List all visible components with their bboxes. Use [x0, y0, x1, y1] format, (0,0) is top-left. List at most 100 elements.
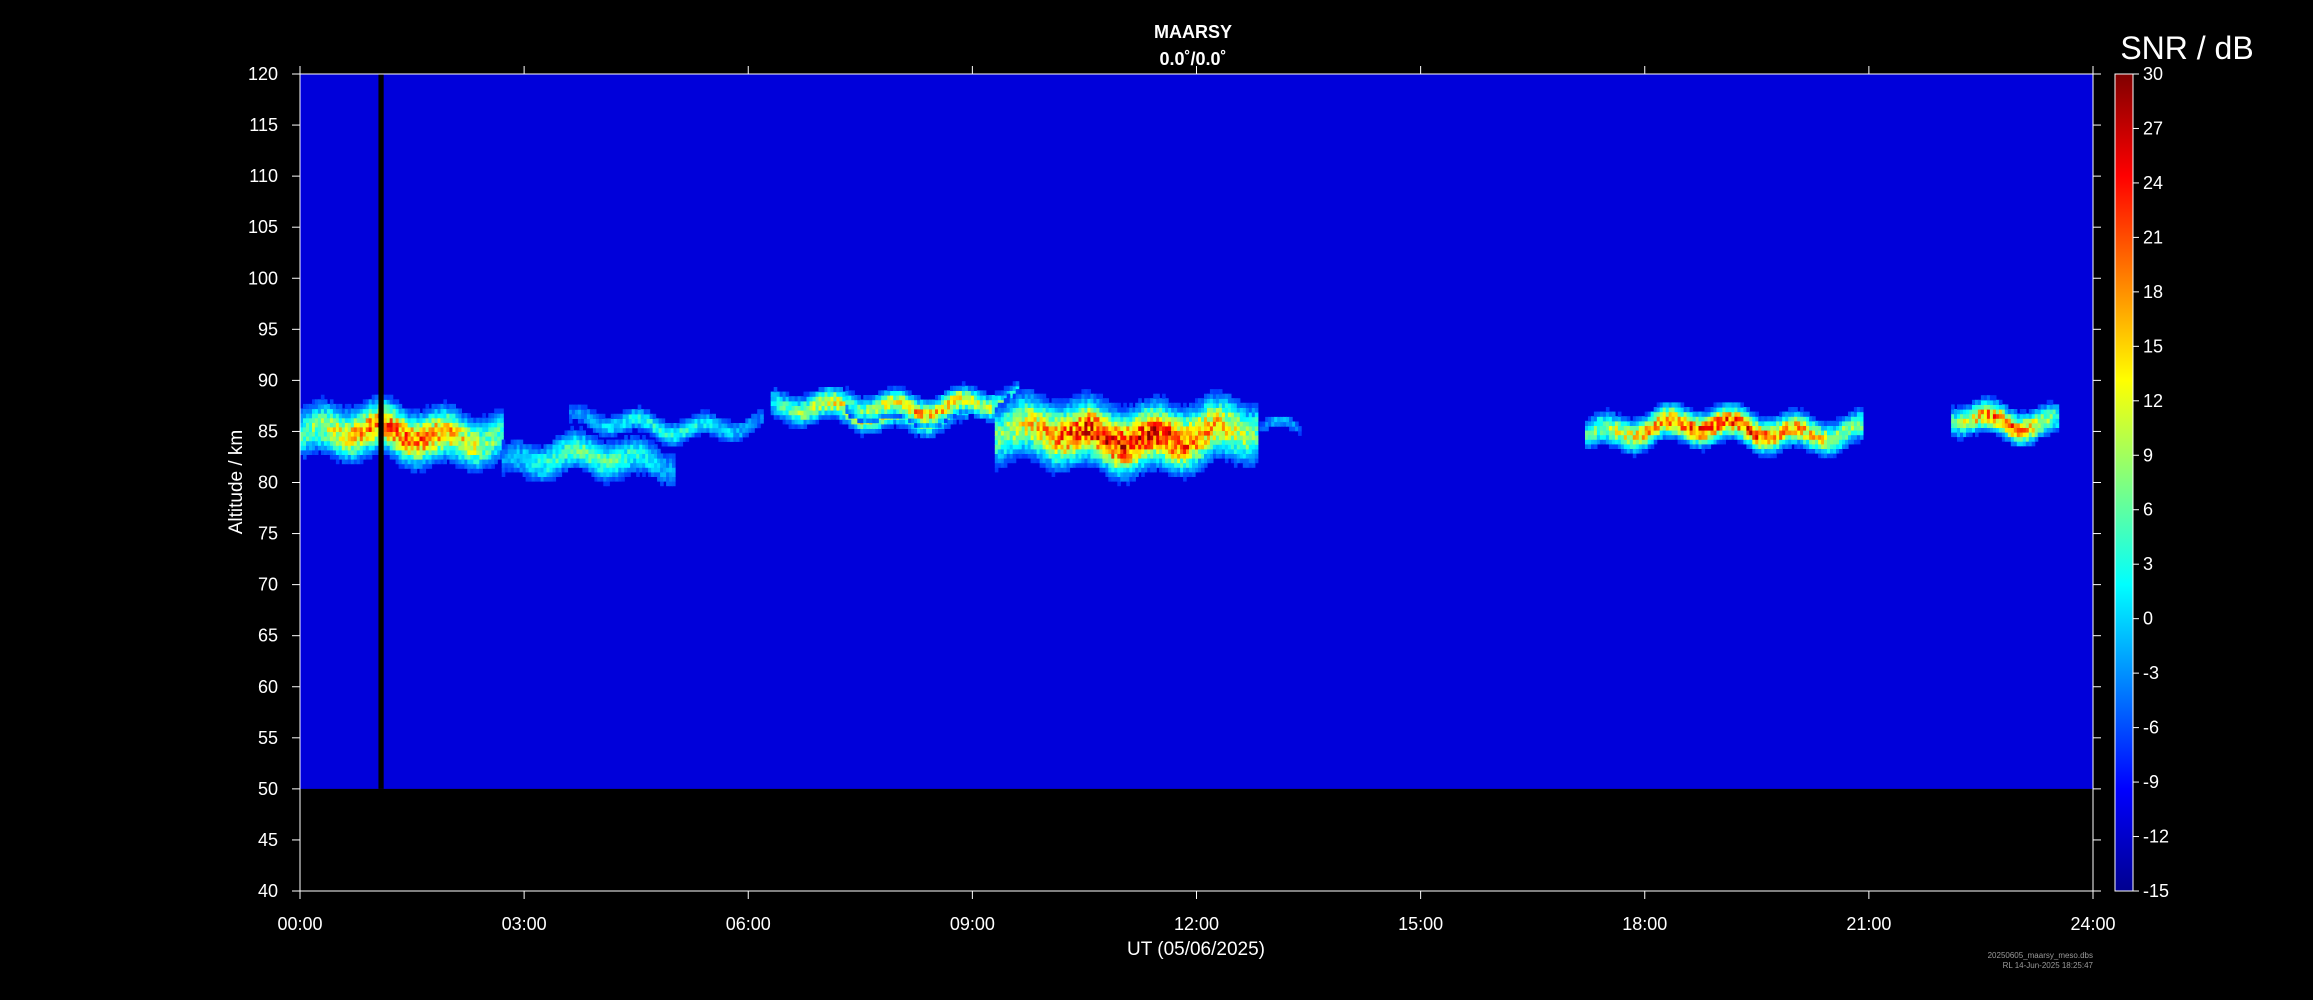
heatmap-cell	[1254, 416, 1259, 422]
y-tick-label: 65	[258, 626, 278, 646]
heatmap-cell	[579, 425, 583, 431]
heatmap-cell	[482, 413, 486, 419]
heatmap-cell	[1132, 476, 1136, 482]
heatmap-cell	[1859, 430, 1864, 436]
heatmap-cell	[494, 459, 498, 465]
y-tick-label: 75	[258, 524, 278, 544]
heatmap-cell	[583, 404, 588, 410]
heatmap-cell	[973, 385, 978, 391]
heatmap-cell	[613, 432, 618, 438]
heatmap-cell	[1254, 448, 1259, 454]
heatmap-cell	[389, 394, 394, 400]
heatmap-cell	[1969, 431, 1973, 438]
heatmap-cell	[878, 428, 882, 434]
heatmap-cell	[1298, 430, 1302, 436]
heatmap-cell	[627, 471, 631, 477]
heatmap-cell	[1117, 402, 1121, 408]
heatmap-cell	[1806, 411, 1810, 417]
heatmap-cell	[1960, 436, 1964, 442]
x-axis-title: UT (05/06/2025)	[1127, 939, 1265, 960]
heatmap-cell	[1859, 407, 1864, 413]
heatmap-cell	[1153, 467, 1157, 473]
heatmap-cell	[1740, 402, 1744, 408]
heatmap-cell	[1722, 439, 1726, 445]
heatmap-cell	[1626, 416, 1631, 422]
heatmap-cell	[1254, 435, 1259, 441]
heatmap-cell	[1755, 411, 1759, 417]
heatmap-cell	[537, 444, 542, 450]
heatmap-cell	[851, 390, 855, 396]
heatmap-cell	[601, 413, 606, 419]
x-tick-label: 00:00	[277, 914, 322, 934]
heatmap-cell	[672, 462, 676, 468]
heatmap-cell	[994, 467, 999, 473]
heatmap-cell	[751, 427, 755, 433]
heatmap-cell	[329, 399, 334, 405]
heatmap-cell	[582, 430, 586, 436]
heatmap-cell	[1003, 462, 1008, 468]
heatmap-cell	[2055, 413, 2060, 419]
heatmap-cell	[347, 403, 352, 410]
heatmap-cell	[501, 439, 506, 445]
heatmap-cell	[947, 423, 951, 429]
heatmap-cell	[1265, 426, 1269, 432]
heatmap-cell	[1833, 453, 1837, 459]
heatmap-cell	[1845, 443, 1849, 449]
heatmap-cell	[479, 468, 483, 474]
heatmap-cell	[501, 471, 506, 477]
colorbar-ticks: -15-12-9-6-3036912151821242730	[2133, 64, 2169, 901]
colorbar-tick-label: 15	[2143, 336, 2163, 356]
heatmap-cell	[594, 435, 598, 441]
heatmap-cell	[1204, 462, 1208, 468]
heatmap-cell	[672, 458, 676, 464]
heatmap-cell	[443, 399, 447, 405]
heatmap-cell	[672, 476, 676, 482]
heatmap-cell	[425, 403, 430, 410]
heatmap-cell	[636, 471, 640, 477]
x-tick-label: 09:00	[950, 914, 995, 934]
heatmap-cell	[651, 439, 655, 445]
heatmap-cell	[2055, 418, 2060, 424]
heatmap-cell	[646, 409, 651, 415]
heatmap-cell	[564, 467, 569, 473]
heatmap-cell	[606, 481, 610, 487]
heatmap-cell	[1006, 393, 1011, 399]
heatmap-cell	[1701, 448, 1706, 454]
y-tick-label: 85	[258, 421, 278, 441]
heatmap-cell	[697, 432, 701, 438]
heatmap-cell	[2049, 399, 2054, 405]
heatmap-cell	[672, 453, 676, 459]
heatmap-cell	[1162, 393, 1166, 399]
heatmap-cell	[1015, 381, 1020, 387]
heatmap-cell	[1998, 399, 2003, 405]
heatmap-cell	[1030, 389, 1035, 395]
colorbar-tick-label: -15	[2143, 881, 2169, 901]
heatmap-cell	[1123, 402, 1127, 408]
heatmap-cell	[803, 423, 808, 429]
heatmap-cell	[672, 471, 676, 477]
heatmap-cell	[413, 468, 418, 474]
heatmap-cell	[1045, 398, 1050, 404]
heatmap-cell	[857, 395, 861, 401]
heatmap-cell	[628, 427, 633, 433]
heatmap-cell	[938, 422, 942, 428]
heatmap-cell	[323, 399, 328, 405]
chart: MAARSY 0.0˚/0.0˚ 00:00 03:00 06:00 09:00 12:…	[226, 22, 2254, 970]
heatmap-cell	[706, 409, 710, 415]
heatmap-cell	[1951, 404, 1955, 410]
heatmap-cell	[1812, 416, 1816, 422]
colorbar-tick-label: -12	[2143, 827, 2169, 847]
heatmap-cell	[1611, 411, 1616, 417]
heatmap-cell	[1233, 462, 1238, 468]
heatmap-cell	[1254, 412, 1259, 418]
colorbar-tick-label: 21	[2143, 227, 2163, 247]
heatmap-cell	[519, 439, 524, 445]
heatmap-cell	[760, 418, 764, 424]
x-tick-label: 21:00	[1846, 914, 1891, 934]
heatmap-cell	[558, 471, 563, 477]
heatmap-cell	[1192, 471, 1196, 477]
heatmap-cell	[1839, 448, 1843, 454]
heatmap-cell	[745, 432, 749, 438]
heatmap-cell	[1779, 448, 1783, 454]
heatmap-cell	[314, 449, 319, 455]
